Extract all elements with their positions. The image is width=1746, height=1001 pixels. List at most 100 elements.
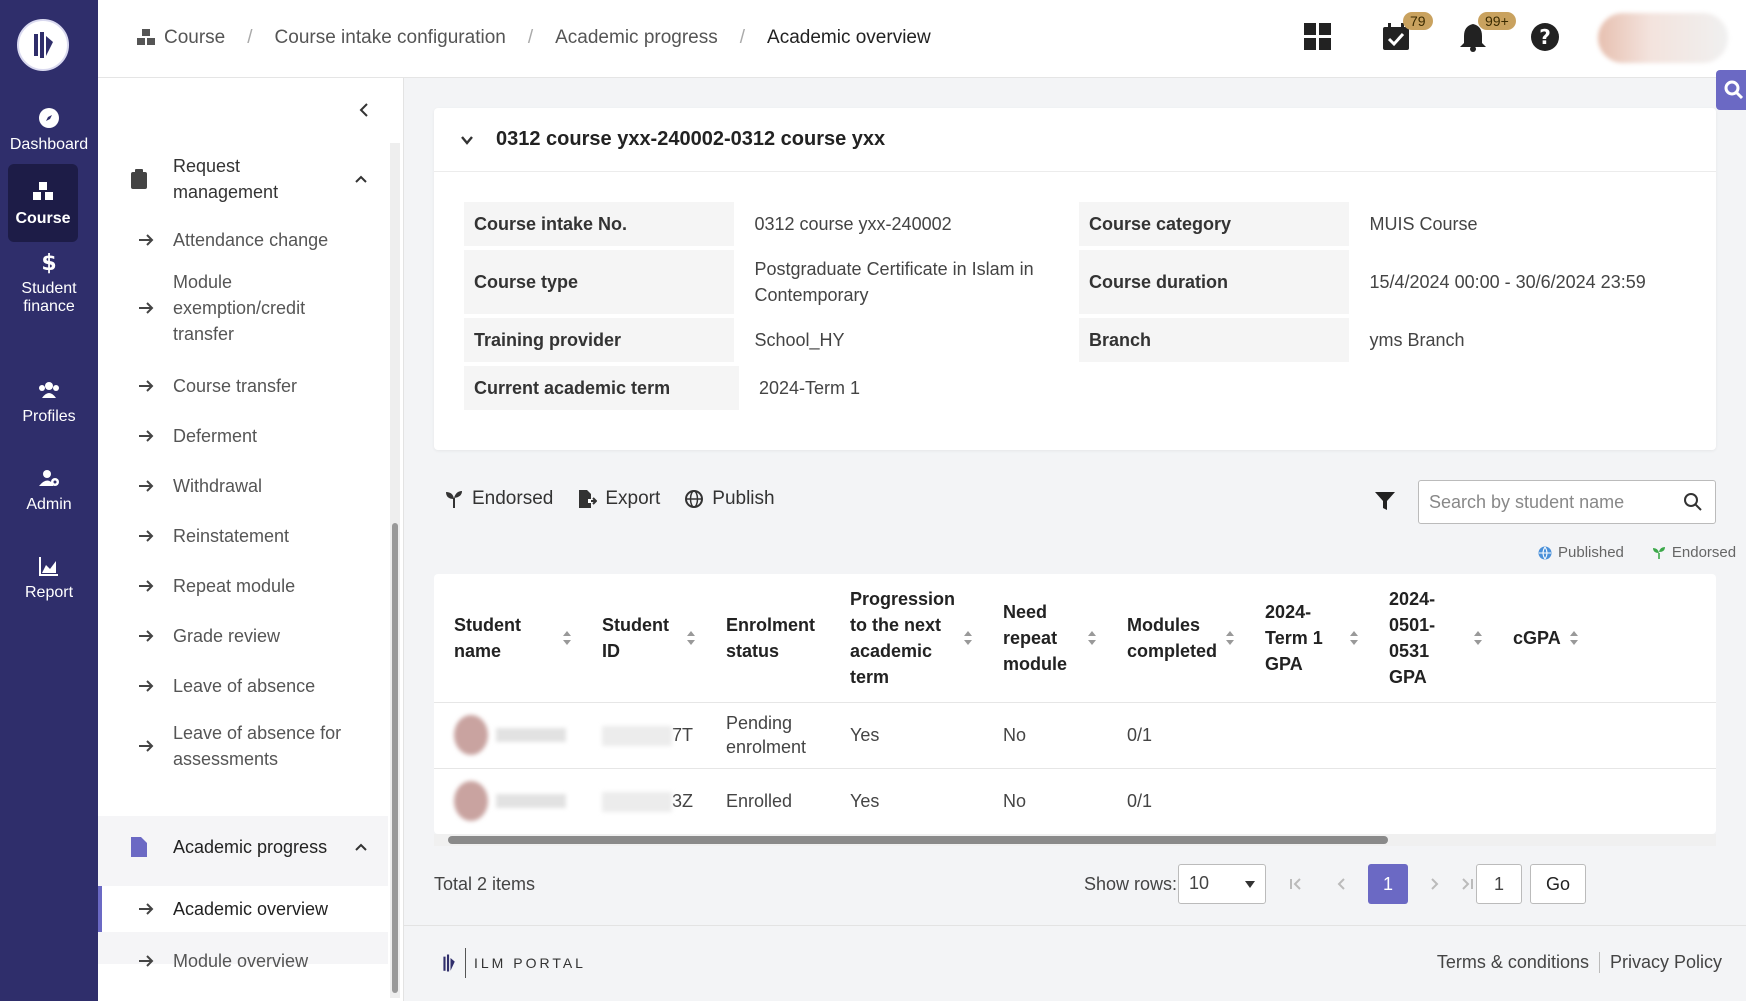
help-icon[interactable]: ?	[1530, 22, 1560, 52]
nav-item-repeat-module[interactable]: Repeat module	[98, 564, 388, 608]
student-id-suffix: 7T	[672, 725, 694, 745]
enrolment-status-cell: Enrolled	[706, 768, 830, 834]
sort-icon[interactable]	[1569, 630, 1579, 646]
student-search	[1418, 480, 1716, 524]
endorsed-button[interactable]: Endorsed	[444, 488, 553, 510]
card-header[interactable]: 0312 course yxx-240002-0312 course yxx	[434, 108, 1716, 172]
nav-item-attendance-change[interactable]: Attendance change	[98, 218, 388, 262]
export-button[interactable]: Export	[577, 488, 660, 510]
goto-page-input[interactable]: 1	[1476, 864, 1522, 904]
breadcrumb-course-intake-configuration[interactable]: Course intake configuration	[275, 27, 506, 49]
next-page-button[interactable]	[1414, 864, 1454, 904]
rail-item-course[interactable]: Course	[8, 164, 78, 242]
grid-apps-icon[interactable]	[1303, 22, 1333, 52]
nav-item-leave-of-absence-assessments[interactable]: Leave of absence for assessments	[98, 716, 388, 776]
student-name-cell[interactable]	[434, 702, 582, 769]
user-avatar-menu[interactable]	[1598, 13, 1728, 63]
column-header[interactable]: 2024-Term 1 GPA	[1245, 574, 1370, 703]
student-name-redacted	[496, 728, 566, 742]
terms-link[interactable]: Terms & conditions	[1427, 952, 1599, 973]
search-icon[interactable]	[1683, 492, 1703, 512]
breadcrumb-academic-progress[interactable]: Academic progress	[555, 27, 718, 49]
header-label: Need repeat module	[1003, 601, 1068, 674]
sort-icon[interactable]	[1087, 630, 1097, 646]
first-page-button[interactable]	[1276, 864, 1316, 904]
column-header[interactable]: Need repeat module	[983, 574, 1108, 703]
sprout-icon	[446, 491, 462, 508]
column-header[interactable]: cGPA	[1493, 574, 1716, 703]
total-items: Total 2 items	[434, 874, 536, 894]
nav-item-label: Attendance change	[173, 230, 329, 250]
nav-group-academic-progress[interactable]: Academic progress	[98, 816, 388, 878]
rows-per-page-select[interactable]: 10	[1178, 864, 1266, 904]
table-row[interactable]: 7T Pending enrolment Yes No 0/1	[434, 702, 1716, 769]
nav-item-module-overview[interactable]: Module overview	[98, 938, 388, 984]
arrow-right-icon	[139, 430, 154, 442]
modules-completed-cell: 0/1	[1107, 768, 1246, 834]
student-id-redacted	[602, 726, 672, 747]
header-label: Enrolment status	[726, 614, 816, 661]
last-page-button[interactable]	[1460, 864, 1474, 904]
info-value: MUIS Course	[1369, 214, 1478, 234]
collapse-left-icon[interactable]	[356, 102, 372, 118]
sort-icon[interactable]	[963, 630, 973, 646]
nav-item-label: Leave of absence	[173, 676, 316, 696]
nav-item-deferment[interactable]: Deferment	[98, 414, 388, 458]
period-gpa-cell	[1369, 702, 1494, 769]
rail-item-admin[interactable]: Admin	[0, 466, 98, 514]
info-value: School_HY	[754, 330, 845, 350]
sort-icon[interactable]	[1349, 630, 1359, 646]
rows-per-page-value: 10	[1189, 873, 1210, 893]
nav-item-reinstatement[interactable]: Reinstatement	[98, 514, 388, 558]
privacy-link[interactable]: Privacy Policy	[1598, 952, 1732, 973]
table-horizontal-scrollbar[interactable]	[434, 834, 1716, 846]
chart-icon	[39, 557, 58, 576]
rail-item-profiles[interactable]: Profiles	[0, 378, 98, 426]
table-row[interactable]: 3Z Enrolled Yes No 0/1	[434, 768, 1716, 834]
nav-item-module-exemption[interactable]: Module exemption/credit transfer	[98, 268, 388, 348]
column-header[interactable]: Student ID	[582, 574, 706, 703]
go-button[interactable]: Go	[1530, 864, 1586, 904]
subnav-scrollbar[interactable]	[390, 143, 400, 998]
sort-icon[interactable]	[1225, 630, 1235, 646]
sort-icon[interactable]	[562, 630, 572, 646]
app-logo[interactable]	[17, 19, 69, 71]
column-header[interactable]: Modules completed	[1107, 574, 1246, 703]
page-1-button[interactable]: 1	[1368, 864, 1408, 904]
info-key: Course duration	[1079, 250, 1350, 314]
scrollbar-thumb[interactable]	[448, 836, 1388, 844]
column-header[interactable]: Student name	[434, 574, 582, 703]
nav-item-course-transfer[interactable]: Course transfer	[98, 364, 388, 408]
rail-item-student-finance[interactable]: $ Student finance	[0, 250, 98, 316]
rail-item-dashboard[interactable]: Dashboard	[0, 106, 98, 154]
sub-navigation: Request management Attendance change Mod…	[98, 78, 404, 1001]
legend-published: Published	[1538, 544, 1624, 561]
nav-item-withdrawal[interactable]: Withdrawal	[98, 464, 388, 508]
top-bar: Course / Course intake configuration / A…	[98, 0, 1746, 78]
prev-page-button[interactable]	[1322, 864, 1362, 904]
header-label: cGPA	[1513, 627, 1561, 648]
info-key: Training provider	[464, 318, 735, 362]
search-input[interactable]	[1419, 481, 1659, 523]
arrow-right-icon	[139, 740, 154, 752]
sort-icon[interactable]	[1473, 630, 1483, 646]
nav-item-academic-overview[interactable]: Academic overview	[98, 886, 388, 932]
period-gpa-cell	[1369, 768, 1494, 834]
nav-item-leave-of-absence[interactable]: Leave of absence	[98, 664, 388, 708]
nav-item-grade-review[interactable]: Grade review	[98, 614, 388, 658]
column-header[interactable]: 2024-0501-0531 GPA	[1369, 574, 1494, 703]
filter-icon[interactable]	[1374, 490, 1396, 512]
column-header[interactable]: Progression to the next academic term	[830, 574, 984, 703]
floating-search-tab[interactable]	[1716, 70, 1746, 110]
sort-icon[interactable]	[686, 630, 696, 646]
student-name-cell[interactable]	[434, 768, 582, 834]
rail-item-report[interactable]: Report	[0, 554, 98, 602]
scrollbar-thumb[interactable]	[392, 523, 398, 993]
student-id-redacted	[602, 792, 672, 813]
publish-button[interactable]: Publish	[684, 488, 775, 510]
footer-logo-icon	[443, 948, 466, 978]
nav-group-request-management[interactable]: Request management	[98, 148, 388, 210]
nav-item-label: Deferment	[173, 426, 258, 446]
svg-text:$: $	[41, 251, 56, 274]
breadcrumb-course[interactable]: Course	[164, 27, 225, 49]
